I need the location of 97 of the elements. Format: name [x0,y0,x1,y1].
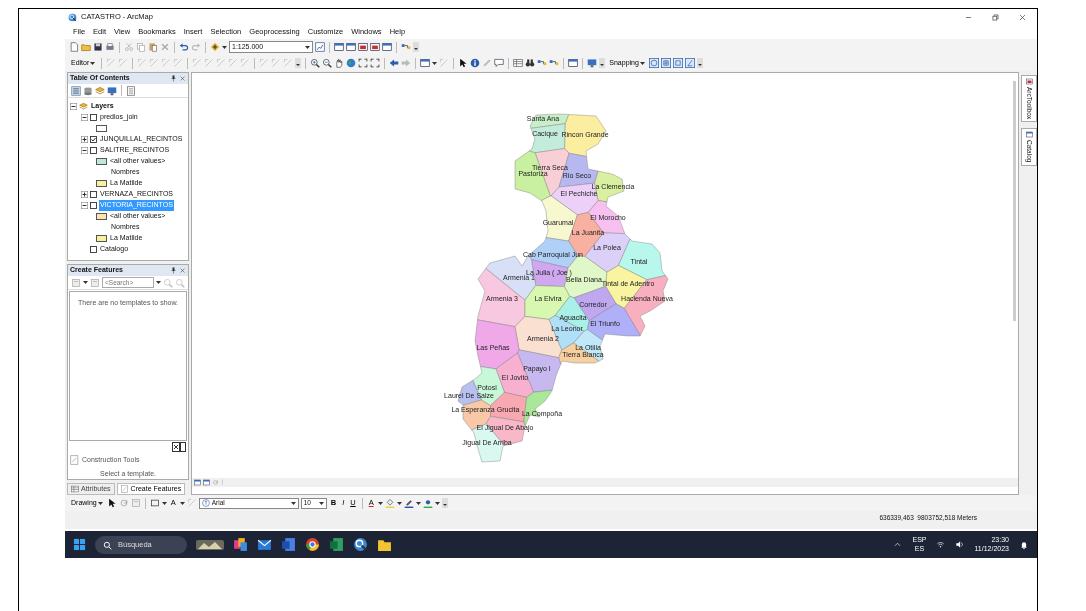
toolbar-overflow-icon[interactable] [599,58,606,68]
printer-icon[interactable] [105,42,115,52]
caret-icon[interactable] [318,500,324,506]
folder-icon[interactable] [377,537,392,552]
caret-icon[interactable] [290,500,296,506]
toolbar-overflow-icon[interactable] [696,58,703,68]
monitor-icon[interactable] [107,85,117,96]
expand-icon[interactable] [81,136,88,143]
window-icon[interactable] [346,42,356,52]
zoom-out-icon[interactable] [322,58,333,68]
window-icon [1025,131,1033,139]
checkbox-icon[interactable] [90,147,97,154]
hand-icon[interactable] [334,58,345,68]
caret-icon[interactable] [97,500,103,506]
toolbar-overflow-icon[interactable] [295,58,302,68]
scroll-bar[interactable] [1013,81,1017,321]
save-icon[interactable] [93,42,103,52]
window-icon[interactable] [203,479,211,486]
editor-graph-icon[interactable] [315,42,325,52]
caret-icon[interactable] [305,44,310,50]
marker-color-icon[interactable] [422,498,433,508]
rectangle-icon[interactable] [149,498,160,508]
caret-icon[interactable] [432,60,438,66]
caret-icon[interactable] [415,500,421,506]
layers-icon[interactable] [95,85,105,96]
table-icon[interactable] [513,58,524,68]
caret-icon[interactable] [179,500,185,506]
list-icon[interactable] [71,85,81,96]
restore-icon[interactable] [991,12,1000,22]
close-icon[interactable] [1018,12,1027,22]
binoculars-icon[interactable] [525,58,536,68]
zoom-in-icon[interactable] [310,58,321,68]
monitor-icon[interactable] [587,58,598,68]
window-icon[interactable] [334,42,344,52]
collapse-icon[interactable] [81,147,88,154]
line-color-icon[interactable] [403,498,414,508]
caret-icon[interactable] [83,280,88,285]
caret-icon[interactable] [222,44,227,50]
pointer-icon[interactable] [458,58,469,68]
window-icon[interactable] [194,479,202,486]
chevron-up-icon[interactable] [893,540,903,549]
bell-icon[interactable] [1019,539,1029,550]
expand-icon[interactable] [81,191,88,198]
speech-bubble-icon[interactable] [494,58,505,68]
caret-icon[interactable] [639,60,645,66]
caret-icon[interactable] [161,500,167,506]
checked-checkbox-icon[interactable] [90,136,97,143]
new-document-icon[interactable] [69,42,79,52]
windows-logo-icon[interactable] [73,538,86,551]
toolbar-overflow-icon[interactable] [413,42,419,52]
checkbox-icon[interactable] [90,191,97,198]
toolbar-overflow-icon[interactable] [441,498,448,508]
caret-icon[interactable] [377,500,383,506]
cylinder-icon[interactable] [83,85,93,96]
document-app-icon[interactable] [281,537,296,552]
wifi-icon[interactable] [936,540,946,549]
table-icon [71,485,79,493]
mail-icon[interactable] [257,537,272,552]
window-icon[interactable] [358,42,368,52]
square-icon[interactable] [672,58,683,68]
window-icon[interactable] [382,42,392,52]
collapse-icon[interactable] [70,103,77,110]
globe-magnifier-icon[interactable] [353,537,368,552]
globe-icon[interactable] [346,58,357,68]
browser-icon[interactable] [305,537,320,552]
caret-icon[interactable] [396,500,402,506]
checkbox-icon[interactable] [90,202,97,209]
search-icon [103,540,112,550]
globe-magnifier-icon [68,12,77,22]
window-icon[interactable] [370,42,380,52]
window-icon[interactable] [420,58,431,68]
undo-icon[interactable] [179,42,189,52]
spreadsheet-app-icon[interactable] [329,537,344,552]
collapse-icon[interactable] [81,114,88,121]
pin-icon[interactable] [170,267,178,274]
caret-icon[interactable] [434,500,440,506]
dock-split-icon[interactable] [172,442,187,452]
pin-icon[interactable] [170,75,178,82]
clipboard-icon[interactable] [148,42,158,52]
pointer-icon[interactable] [106,498,117,508]
info-icon[interactable] [470,58,481,68]
window-icon[interactable] [568,58,579,68]
collapse-icon[interactable] [81,202,88,209]
colorful-squares-icon[interactable] [233,537,248,552]
left-arrow-icon[interactable] [389,58,400,68]
checkbox-icon[interactable] [90,246,97,253]
widget-thumbnail-icon[interactable] [196,537,224,552]
checkbox-icon[interactable] [90,114,97,121]
layer-stack-icon [79,102,88,111]
plus-diamond-icon[interactable] [210,42,220,52]
caret-icon[interactable] [156,280,161,285]
window-icon [1025,78,1033,85]
circle-icon[interactable] [648,58,659,68]
speaker-icon[interactable] [955,540,965,549]
line-icon[interactable] [684,58,695,68]
caret-icon[interactable] [90,60,96,66]
grid-icon[interactable] [660,58,671,68]
